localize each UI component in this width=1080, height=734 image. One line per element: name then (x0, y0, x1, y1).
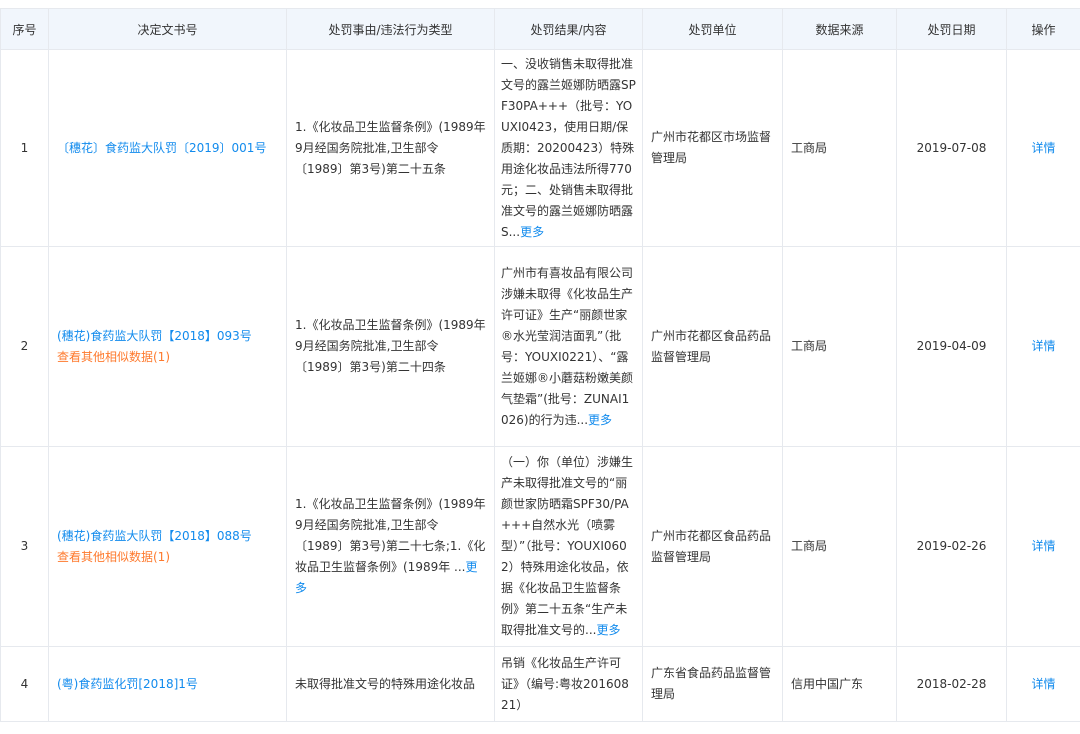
col-header-index: 序号 (1, 9, 49, 50)
result-more-link[interactable]: 更多 (520, 225, 544, 239)
result-text: 广州市有喜妆品有限公司涉嫌未取得《化妆品生产许可证》生产“丽颜世家®水光莹润洁面… (501, 266, 633, 427)
reason-text: 1.《化妆品卫生监督条例》(1989年9月经国务院批准,卫生部令〔1989〕第3… (295, 120, 486, 176)
col-header-unit: 处罚单位 (643, 9, 783, 50)
table-row: 1 〔穗花〕食药监大队罚〔2019〕001号 1.《化妆品卫生监督条例》(198… (1, 50, 1080, 247)
result-text: 一、没收销售未取得批准文号的露兰姬娜防晒露SPF30PA+++（批号：YOUXI… (501, 57, 636, 239)
reason-text: 未取得批准文号的特殊用途化妆品 (295, 677, 475, 691)
doc-no-link[interactable]: (粤)食药监化罚[2018]1号 (57, 677, 198, 691)
doc-no-cell: (穗花)食药监大队罚【2018】093号 查看其他相似数据(1) (49, 247, 287, 447)
source-cell: 工商局 (783, 247, 897, 447)
result-cell: 广州市有喜妆品有限公司涉嫌未取得《化妆品生产许可证》生产“丽颜世家®水光莹润洁面… (495, 247, 643, 447)
result-text: （一）你（单位）涉嫌生产未取得批准文号的“丽颜世家防晒霜SPF30/PA+++自… (501, 455, 633, 637)
result-cell: （一）你（单位）涉嫌生产未取得批准文号的“丽颜世家防晒霜SPF30/PA+++自… (495, 447, 643, 647)
doc-no-cell: (粤)食药监化罚[2018]1号 (49, 647, 287, 722)
unit-cell: 广州市花都区市场监督管理局 (643, 50, 783, 247)
detail-link[interactable]: 详情 (1031, 539, 1055, 553)
detail-link[interactable]: 详情 (1031, 339, 1055, 353)
row-index: 2 (1, 247, 49, 447)
header-row: 序号 决定文书号 处罚事由/违法行为类型 处罚结果/内容 处罚单位 数据来源 处… (1, 9, 1080, 50)
reason-text: 1.《化妆品卫生监督条例》(1989年9月经国务院批准,卫生部令〔1989〕第3… (295, 318, 486, 374)
result-cell: 一、没收销售未取得批准文号的露兰姬娜防晒露SPF30PA+++（批号：YOUXI… (495, 50, 643, 247)
action-cell: 详情 (1007, 447, 1080, 647)
detail-link[interactable]: 详情 (1031, 141, 1055, 155)
unit-cell: 广州市花都区食品药品监督管理局 (643, 247, 783, 447)
col-header-reason: 处罚事由/违法行为类型 (287, 9, 495, 50)
similar-data-link[interactable]: 查看其他相似数据(1) (57, 547, 278, 568)
row-index: 4 (1, 647, 49, 722)
action-cell: 详情 (1007, 247, 1080, 447)
doc-no-link[interactable]: (穗花)食药监大队罚【2018】088号 (57, 526, 278, 547)
row-index: 3 (1, 447, 49, 647)
result-more-link[interactable]: 更多 (588, 413, 612, 427)
action-cell: 详情 (1007, 647, 1080, 722)
date-cell: 2019-07-08 (897, 50, 1007, 247)
col-header-doc-no: 决定文书号 (49, 9, 287, 50)
table-row: 4 (粤)食药监化罚[2018]1号 未取得批准文号的特殊用途化妆品 吊销《化妆… (1, 647, 1080, 722)
reason-cell: 未取得批准文号的特殊用途化妆品 (287, 647, 495, 722)
detail-link[interactable]: 详情 (1031, 677, 1055, 691)
table-row: 2 (穗花)食药监大队罚【2018】093号 查看其他相似数据(1) 1.《化妆… (1, 247, 1080, 447)
result-cell: 吊销《化妆品生产许可证》（编号:粤妆20160821） (495, 647, 643, 722)
date-cell: 2019-02-26 (897, 447, 1007, 647)
col-header-date: 处罚日期 (897, 9, 1007, 50)
date-cell: 2019-04-09 (897, 247, 1007, 447)
date-cell: 2018-02-28 (897, 647, 1007, 722)
source-cell: 工商局 (783, 50, 897, 247)
result-more-link[interactable]: 更多 (596, 623, 620, 637)
col-header-action: 操作 (1007, 9, 1080, 50)
reason-cell: 1.《化妆品卫生监督条例》(1989年9月经国务院批准,卫生部令〔1989〕第3… (287, 247, 495, 447)
doc-no-link[interactable]: (穗花)食药监大队罚【2018】093号 (57, 326, 278, 347)
doc-no-link[interactable]: 〔穗花〕食药监大队罚〔2019〕001号 (57, 141, 266, 155)
doc-no-cell: (穗花)食药监大队罚【2018】088号 查看其他相似数据(1) (49, 447, 287, 647)
col-header-source: 数据来源 (783, 9, 897, 50)
penalty-table: 序号 决定文书号 处罚事由/违法行为类型 处罚结果/内容 处罚单位 数据来源 处… (0, 8, 1080, 722)
unit-cell: 广东省食品药品监督管理局 (643, 647, 783, 722)
result-text: 吊销《化妆品生产许可证》（编号:粤妆20160821） (501, 656, 629, 712)
source-cell: 信用中国广东 (783, 647, 897, 722)
source-cell: 工商局 (783, 447, 897, 647)
unit-cell: 广州市花都区食品药品监督管理局 (643, 447, 783, 647)
similar-data-link[interactable]: 查看其他相似数据(1) (57, 347, 278, 368)
reason-cell: 1.《化妆品卫生监督条例》(1989年9月经国务院批准,卫生部令〔1989〕第3… (287, 447, 495, 647)
col-header-result: 处罚结果/内容 (495, 9, 643, 50)
reason-cell: 1.《化妆品卫生监督条例》(1989年9月经国务院批准,卫生部令〔1989〕第3… (287, 50, 495, 247)
row-index: 1 (1, 50, 49, 247)
table-row: 3 (穗花)食药监大队罚【2018】088号 查看其他相似数据(1) 1.《化妆… (1, 447, 1080, 647)
doc-no-cell: 〔穗花〕食药监大队罚〔2019〕001号 (49, 50, 287, 247)
action-cell: 详情 (1007, 50, 1080, 247)
reason-text: 1.《化妆品卫生监督条例》(1989年9月经国务院批准,卫生部令〔1989〕第3… (295, 497, 486, 574)
